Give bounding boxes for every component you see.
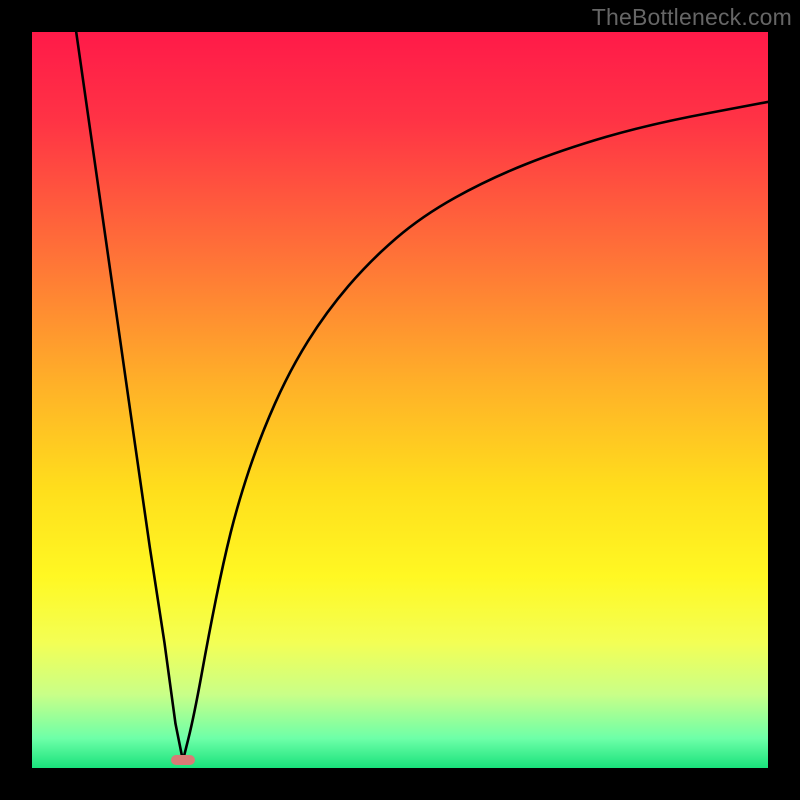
bottleneck-curve: [32, 32, 768, 768]
optimal-point-marker: [171, 755, 195, 765]
chart-frame: TheBottleneck.com: [0, 0, 800, 800]
plot-area: [32, 32, 768, 768]
watermark-text: TheBottleneck.com: [592, 4, 792, 31]
